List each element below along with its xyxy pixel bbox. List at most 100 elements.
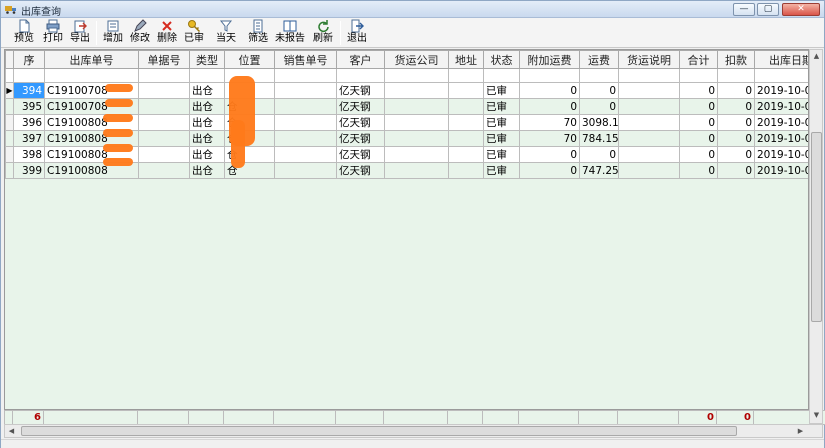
cell-deduct[interactable]: 0 <box>717 114 755 131</box>
filter-cell[interactable] <box>754 68 808 83</box>
cell-doc[interactable] <box>138 162 190 179</box>
print-button[interactable]: 打印 <box>40 19 66 47</box>
filter-cell[interactable] <box>384 68 449 83</box>
cell-total[interactable]: 0 <box>679 82 718 99</box>
column-header-doc-no[interactable]: 单据号 <box>138 50 190 69</box>
filter-cell[interactable] <box>618 68 680 83</box>
delete-button[interactable]: 删除 <box>154 19 180 47</box>
cell-shipco[interactable] <box>384 98 449 115</box>
cell-deduct[interactable]: 0 <box>717 162 755 179</box>
filter-cell[interactable] <box>483 68 520 83</box>
scroll-up-arrow-icon[interactable]: ▲ <box>811 50 822 63</box>
cell-type[interactable]: 出仓 <box>189 98 225 115</box>
cell-extra[interactable]: 70 <box>519 130 580 147</box>
column-header-freight[interactable]: 运费 <box>579 50 619 69</box>
cell-addr[interactable] <box>448 146 484 163</box>
edit-button[interactable]: 修改 <box>127 19 153 47</box>
cell-seq[interactable]: 394 <box>13 82 45 99</box>
horizontal-scroll-thumb[interactable] <box>21 426 737 436</box>
column-header-deduction[interactable]: 扣款 <box>717 50 755 69</box>
cell-sales[interactable] <box>274 114 337 131</box>
cell-extra[interactable]: 0 <box>519 162 580 179</box>
cell-note[interactable] <box>618 146 680 163</box>
cell-note[interactable] <box>618 114 680 131</box>
cell-total[interactable]: 0 <box>679 98 718 115</box>
cell-addr[interactable] <box>448 162 484 179</box>
column-header-order-no[interactable]: 出库单号 <box>44 50 139 69</box>
export-button[interactable]: 导出 <box>67 19 93 47</box>
filter-cell[interactable] <box>138 68 190 83</box>
cell-note[interactable] <box>618 162 680 179</box>
cell-doc[interactable] <box>138 130 190 147</box>
cell-shipco[interactable] <box>384 82 449 99</box>
column-header-location[interactable]: 位置 <box>224 50 275 69</box>
cell-extra[interactable]: 70 <box>519 114 580 131</box>
column-header-seq[interactable]: 序 <box>13 50 45 69</box>
cell-deduct[interactable]: 0 <box>717 130 755 147</box>
cell-freight[interactable]: 747.25 <box>579 162 619 179</box>
cell-date[interactable]: 2019-10-0 <box>754 82 808 99</box>
maximize-button[interactable]: ▢ <box>757 3 779 16</box>
cell-sales[interactable] <box>274 146 337 163</box>
cell-type[interactable]: 出仓 <box>189 114 225 131</box>
cell-freight[interactable]: 3098.1 <box>579 114 619 131</box>
filter-cell[interactable] <box>519 68 580 83</box>
cell-type[interactable]: 出仓 <box>189 130 225 147</box>
add-button[interactable]: 增加 <box>100 19 126 47</box>
preview-button[interactable]: 预览 <box>11 19 37 47</box>
cell-extra[interactable]: 0 <box>519 98 580 115</box>
filter-cell[interactable] <box>579 68 619 83</box>
cell-extra[interactable]: 0 <box>519 82 580 99</box>
cell-total[interactable]: 0 <box>679 146 718 163</box>
cell-customer[interactable]: 亿天钢 <box>336 130 385 147</box>
cell-doc[interactable] <box>138 114 190 131</box>
refresh-button[interactable]: 刷新 <box>310 19 336 47</box>
cell-sales[interactable] <box>274 130 337 147</box>
cell-shipco[interactable] <box>384 114 449 131</box>
cell-customer[interactable]: 亿天钢 <box>336 162 385 179</box>
vertical-scroll-thumb[interactable] <box>811 132 822 322</box>
filter-cell[interactable] <box>448 68 484 83</box>
cell-type[interactable]: 出仓 <box>189 82 225 99</box>
minimize-button[interactable]: — <box>733 3 755 16</box>
column-header-status[interactable]: 状态 <box>483 50 520 69</box>
cell-type[interactable]: 出仓 <box>189 146 225 163</box>
horizontal-scrollbar[interactable]: ◀ ▶ <box>4 424 823 438</box>
cell-sales[interactable] <box>274 98 337 115</box>
filter-cell[interactable] <box>717 68 755 83</box>
filter-cell[interactable] <box>189 68 225 83</box>
filter-cell[interactable] <box>44 68 139 83</box>
column-header-address[interactable]: 地址 <box>448 50 484 69</box>
cell-status[interactable]: 已审 <box>483 82 520 99</box>
cell-doc[interactable] <box>138 82 190 99</box>
cell-customer[interactable]: 亿天钢 <box>336 82 385 99</box>
cell-deduct[interactable]: 0 <box>717 98 755 115</box>
scroll-down-arrow-icon[interactable]: ▼ <box>811 409 822 422</box>
cell-date[interactable]: 2019-10-0 <box>754 130 808 147</box>
cell-addr[interactable] <box>448 130 484 147</box>
cell-extra[interactable]: 0 <box>519 146 580 163</box>
column-header-freight-note[interactable]: 货运说明 <box>618 50 680 69</box>
cell-customer[interactable]: 亿天钢 <box>336 146 385 163</box>
cell-status[interactable]: 已审 <box>483 114 520 131</box>
cell-addr[interactable] <box>448 82 484 99</box>
column-header-total[interactable]: 合计 <box>679 50 718 69</box>
cell-shipco[interactable] <box>384 162 449 179</box>
column-header-date[interactable]: 出库日期 <box>754 50 808 69</box>
cell-status[interactable]: 已审 <box>483 130 520 147</box>
cell-sales[interactable] <box>274 82 337 99</box>
cell-status[interactable]: 已审 <box>483 98 520 115</box>
column-header-customer[interactable]: 客户 <box>336 50 385 69</box>
cell-type[interactable]: 出仓 <box>189 162 225 179</box>
filter-button[interactable]: 筛选 <box>245 19 271 47</box>
cell-seq[interactable]: 397 <box>13 130 45 147</box>
scroll-left-arrow-icon[interactable]: ◀ <box>6 425 17 438</box>
filter-cell[interactable] <box>336 68 385 83</box>
scroll-right-arrow-icon[interactable]: ▶ <box>795 425 806 438</box>
cell-total[interactable]: 0 <box>679 162 718 179</box>
cell-freight[interactable]: 0 <box>579 98 619 115</box>
column-header-type[interactable]: 类型 <box>189 50 225 69</box>
cell-total[interactable]: 0 <box>679 114 718 131</box>
cell-date[interactable]: 2019-10-0 <box>754 114 808 131</box>
exit-button[interactable]: 退出 <box>344 19 370 47</box>
